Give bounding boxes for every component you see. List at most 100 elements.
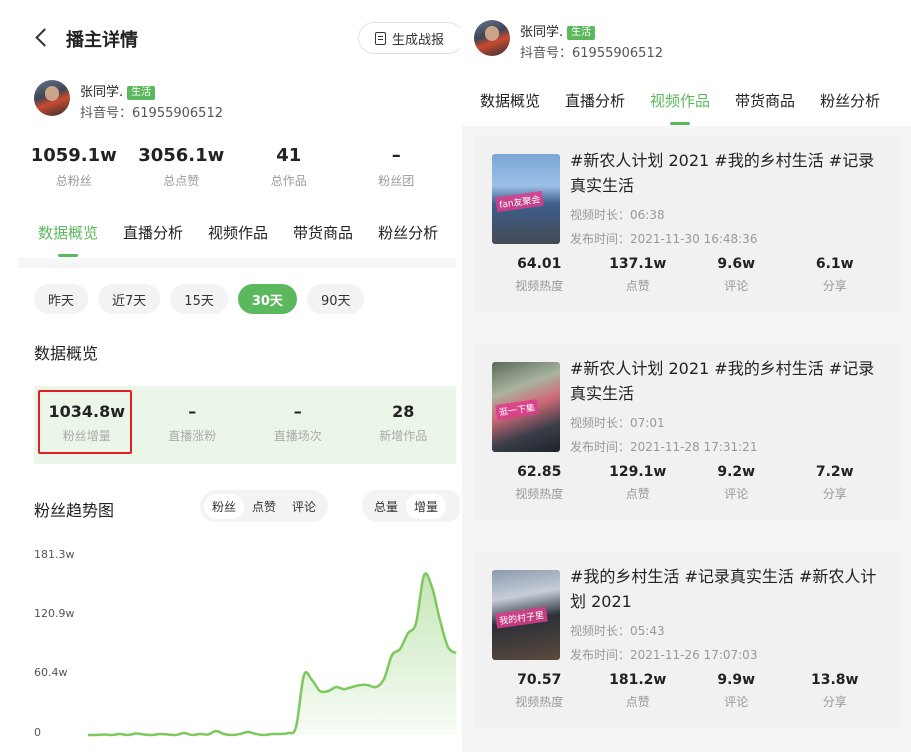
tab-data-overview[interactable]: 数据概览 bbox=[38, 222, 98, 257]
category-tag: 生活 bbox=[567, 25, 596, 40]
stat-value: 9.9w bbox=[717, 672, 756, 688]
tab-live-analysis[interactable]: 直播分析 bbox=[123, 222, 183, 243]
tab-live-analysis[interactable]: 直播分析 bbox=[565, 90, 625, 111]
douyin-id: 抖音号：61955906512 bbox=[520, 46, 663, 61]
thumbnail-caption: 逛一下集 bbox=[495, 399, 539, 420]
divider bbox=[18, 258, 456, 268]
douyin-id: 抖音号：61955906512 bbox=[80, 106, 223, 121]
stat-value: 9.2w bbox=[717, 464, 756, 480]
video-stats: 62.85 视频热度 129.1w 点赞 9.2w 评论 7.2w 分享 bbox=[490, 464, 884, 502]
tab-video-works[interactable]: 视频作品 bbox=[650, 90, 710, 125]
metric-live-fans: – 直播涨粉 bbox=[140, 386, 246, 464]
stat-total-fans: 1059.1w 总粉丝 bbox=[20, 145, 128, 189]
generate-report-label: 生成战报 bbox=[392, 32, 445, 48]
tab-video-works[interactable]: 视频作品 bbox=[208, 222, 268, 243]
stat-label: 总作品 bbox=[270, 174, 307, 188]
video-thumbnail[interactable]: fan友聚会 bbox=[492, 154, 560, 244]
period-yesterday[interactable]: 昨天 bbox=[34, 284, 89, 314]
period-30-days[interactable]: 30天 bbox=[237, 284, 297, 314]
stat-value: 181.2w bbox=[609, 672, 667, 688]
video-publish-time: 发布时间：2021-11-28 17:31:21 bbox=[570, 440, 758, 454]
video-title[interactable]: #我的乡村生活 #记录真实生活 #新农人计划 2021 bbox=[570, 564, 886, 614]
video-card[interactable]: 我的村子里 #我的乡村生活 #记录真实生活 #新农人计划 2021 视频时长：0… bbox=[474, 552, 900, 728]
tab-fan-analysis[interactable]: 粉丝分析 bbox=[820, 90, 880, 111]
video-publish-time: 发布时间：2021-11-30 16:48:36 bbox=[570, 232, 758, 246]
thumbnail-caption: fan友聚会 bbox=[495, 190, 545, 213]
category-tag: 生活 bbox=[127, 85, 156, 100]
stat-label: 总点赞 bbox=[163, 174, 200, 188]
stat-label: 点赞 bbox=[625, 487, 650, 501]
stat-label: 评论 bbox=[724, 279, 749, 293]
period-15-days[interactable]: 15天 bbox=[170, 284, 228, 314]
stat-label: 点赞 bbox=[625, 279, 650, 293]
stat-value: 129.1w bbox=[609, 464, 667, 480]
video-works-panel: 张同学. 生活 抖音号：61955906512 数据概览 直播分析 视频作品 带货… bbox=[462, 0, 911, 752]
video-stat-comments: 9.9w 评论 bbox=[687, 672, 786, 710]
stat-label: 评论 bbox=[724, 487, 749, 501]
stat-fan-club: – 粉丝团 bbox=[343, 145, 451, 189]
main-tabs: 数据概览 直播分析 视频作品 带货商品 粉丝分析 bbox=[38, 222, 438, 257]
metric-label: 直播场次 bbox=[273, 429, 322, 443]
thumbnail-caption: 我的村子里 bbox=[495, 606, 548, 629]
fan-trend-chart bbox=[87, 572, 457, 737]
stat-value: 9.6w bbox=[717, 256, 756, 272]
stat-label: 分享 bbox=[822, 279, 847, 293]
trend-area bbox=[88, 573, 456, 736]
back-arrow-icon[interactable] bbox=[32, 26, 52, 50]
video-stats: 70.57 视频热度 181.2w 点赞 9.9w 评论 13.8w 分享 bbox=[490, 672, 884, 710]
video-duration: 视频时长：05:43 bbox=[570, 624, 665, 638]
metric-value: 28 bbox=[392, 402, 415, 421]
avatar[interactable] bbox=[34, 80, 70, 116]
metric-option-comments[interactable]: 评论 bbox=[284, 494, 324, 519]
period-7-days[interactable]: 近7天 bbox=[98, 284, 161, 314]
metric-live-sessions: – 直播场次 bbox=[245, 386, 351, 464]
avatar[interactable] bbox=[474, 20, 510, 56]
video-stat-shares: 6.1w 分享 bbox=[786, 256, 885, 294]
tab-fan-analysis[interactable]: 粉丝分析 bbox=[378, 222, 438, 243]
metric-switch: 粉丝 点赞 评论 bbox=[200, 490, 329, 522]
stat-value: 13.8w bbox=[811, 672, 859, 688]
stat-value: – bbox=[391, 145, 401, 166]
mode-option-total[interactable]: 总量 bbox=[366, 494, 406, 519]
video-stat-likes: 181.2w 点赞 bbox=[589, 672, 688, 710]
generate-report-button[interactable]: 生成战报 bbox=[358, 22, 460, 54]
stat-value: 6.1w bbox=[815, 256, 854, 272]
video-card[interactable]: fan友聚会 #新农人计划 2021 #我的乡村生活 #记录真实生活 视频时长：… bbox=[474, 136, 900, 312]
video-duration: 视频时长：06:38 bbox=[570, 208, 665, 222]
stat-value: 62.85 bbox=[517, 464, 562, 480]
video-title[interactable]: #新农人计划 2021 #我的乡村生活 #记录真实生活 bbox=[570, 148, 886, 198]
tab-data-overview[interactable]: 数据概览 bbox=[480, 90, 540, 111]
period-90-days[interactable]: 90天 bbox=[306, 284, 365, 314]
profile-header: 张同学. 生活 抖音号：61955906512 数据概览 直播分析 视频作品 带货… bbox=[462, 0, 911, 126]
metric-option-fans[interactable]: 粉丝 bbox=[204, 493, 245, 519]
main-tabs: 数据概览 直播分析 视频作品 带货商品 粉丝分析 bbox=[480, 90, 880, 125]
tab-products[interactable]: 带货商品 bbox=[293, 222, 353, 243]
stat-label: 视频热度 bbox=[515, 279, 564, 293]
tab-products[interactable]: 带货商品 bbox=[735, 90, 795, 111]
metric-label: 新增作品 bbox=[379, 429, 428, 443]
video-stat-likes: 129.1w 点赞 bbox=[589, 464, 688, 502]
video-thumbnail[interactable]: 逛一下集 bbox=[492, 362, 560, 452]
stat-label: 评论 bbox=[724, 695, 749, 709]
user-name: 张同学. bbox=[80, 85, 124, 100]
video-title[interactable]: #新农人计划 2021 #我的乡村生活 #记录真实生活 bbox=[570, 356, 886, 406]
video-stats: 64.01 视频热度 137.1w 点赞 9.6w 评论 6.1w 分享 bbox=[490, 256, 884, 294]
video-stat-shares: 7.2w 分享 bbox=[786, 464, 885, 502]
video-card[interactable]: 逛一下集 #新农人计划 2021 #我的乡村生活 #记录真实生活 视频时长：07… bbox=[474, 344, 900, 520]
stat-label: 视频热度 bbox=[515, 487, 564, 501]
mode-option-increment[interactable]: 增量 bbox=[406, 493, 447, 519]
metric-label: 直播涨粉 bbox=[168, 429, 217, 443]
stat-value: 137.1w bbox=[609, 256, 667, 272]
stat-label: 分享 bbox=[822, 487, 847, 501]
stat-label: 点赞 bbox=[625, 695, 650, 709]
user-name-row: 张同学. 生活 bbox=[520, 21, 596, 40]
mode-switch: 总量 增量 bbox=[362, 490, 460, 522]
user-name: 张同学. bbox=[520, 25, 564, 40]
stat-label: 视频热度 bbox=[515, 695, 564, 709]
video-thumbnail[interactable]: 我的村子里 bbox=[492, 570, 560, 660]
video-stat-heat: 64.01 视频热度 bbox=[490, 256, 589, 294]
trend-section-title: 粉丝趋势图 bbox=[34, 501, 115, 520]
stat-label: 总粉丝 bbox=[55, 174, 92, 188]
metric-option-likes[interactable]: 点赞 bbox=[244, 494, 284, 519]
video-duration: 视频时长：07:01 bbox=[570, 416, 665, 430]
